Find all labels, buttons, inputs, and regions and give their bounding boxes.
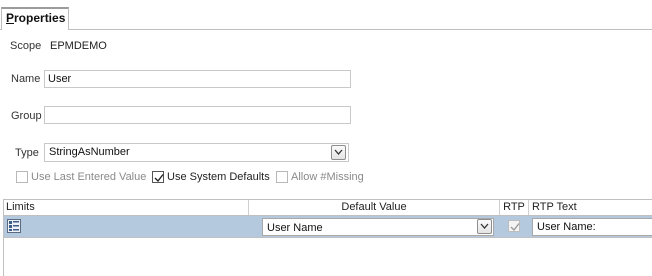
group-label: Group xyxy=(11,110,42,122)
header-limits[interactable]: Limits xyxy=(4,200,249,215)
use-last-entered-checkbox[interactable] xyxy=(16,171,28,183)
default-value-select[interactable]: User Name xyxy=(262,218,494,236)
group-field[interactable] xyxy=(44,106,351,124)
type-label: Type xyxy=(15,147,39,159)
chevron-down-icon xyxy=(334,149,343,155)
allow-missing-option[interactable]: Allow #Missing xyxy=(276,171,364,183)
tab-bar: Properties xyxy=(0,0,652,30)
tab-properties-mnemonic: P xyxy=(6,11,15,25)
type-dropdown-button[interactable] xyxy=(331,145,346,160)
tab-properties[interactable]: Properties xyxy=(1,7,69,30)
default-value-cell: User Name xyxy=(249,216,500,237)
header-rtp-text[interactable]: RTP Text xyxy=(529,200,652,215)
type-select-value: StringAsNumber xyxy=(49,146,130,158)
header-rtp[interactable]: RTP xyxy=(500,200,529,215)
header-default-value[interactable]: Default Value xyxy=(249,200,500,215)
use-last-entered-option[interactable]: Use Last Entered Value xyxy=(16,171,146,183)
chevron-down-icon xyxy=(480,223,489,229)
tab-properties-label: roperties xyxy=(14,11,66,25)
limits-cell[interactable] xyxy=(4,216,249,237)
use-system-defaults-label: Use System Defaults xyxy=(167,171,270,183)
limits-editor-icon[interactable] xyxy=(7,219,21,233)
rtp-cell xyxy=(500,216,529,237)
default-value-text: User Name xyxy=(267,222,323,234)
checkmark-icon xyxy=(154,174,164,183)
rtp-text-field[interactable]: User Name: xyxy=(532,218,652,236)
name-field[interactable] xyxy=(44,70,351,88)
default-value-dropdown-button[interactable] xyxy=(477,219,492,234)
name-label: Name xyxy=(11,73,41,85)
use-last-entered-label: Use Last Entered Value xyxy=(31,171,147,183)
use-system-defaults-option[interactable]: Use System Defaults xyxy=(152,171,270,183)
allow-missing-checkbox[interactable] xyxy=(276,171,288,183)
rtp-text-cell: User Name: xyxy=(529,216,652,237)
table-row[interactable]: User Name User Name: xyxy=(4,216,652,238)
scope-value: EPMDEMO xyxy=(50,40,107,52)
checkmark-icon xyxy=(510,223,520,232)
rtp-checkbox[interactable] xyxy=(508,220,520,232)
limits-grid: Limits Default Value RTP RTP Text User N… xyxy=(3,199,652,276)
type-select[interactable]: StringAsNumber xyxy=(44,143,349,162)
use-system-defaults-checkbox[interactable] xyxy=(152,171,164,183)
grid-header: Limits Default Value RTP RTP Text xyxy=(4,200,652,216)
scope-label: Scope xyxy=(10,40,42,52)
allow-missing-label: Allow #Missing xyxy=(291,171,364,183)
